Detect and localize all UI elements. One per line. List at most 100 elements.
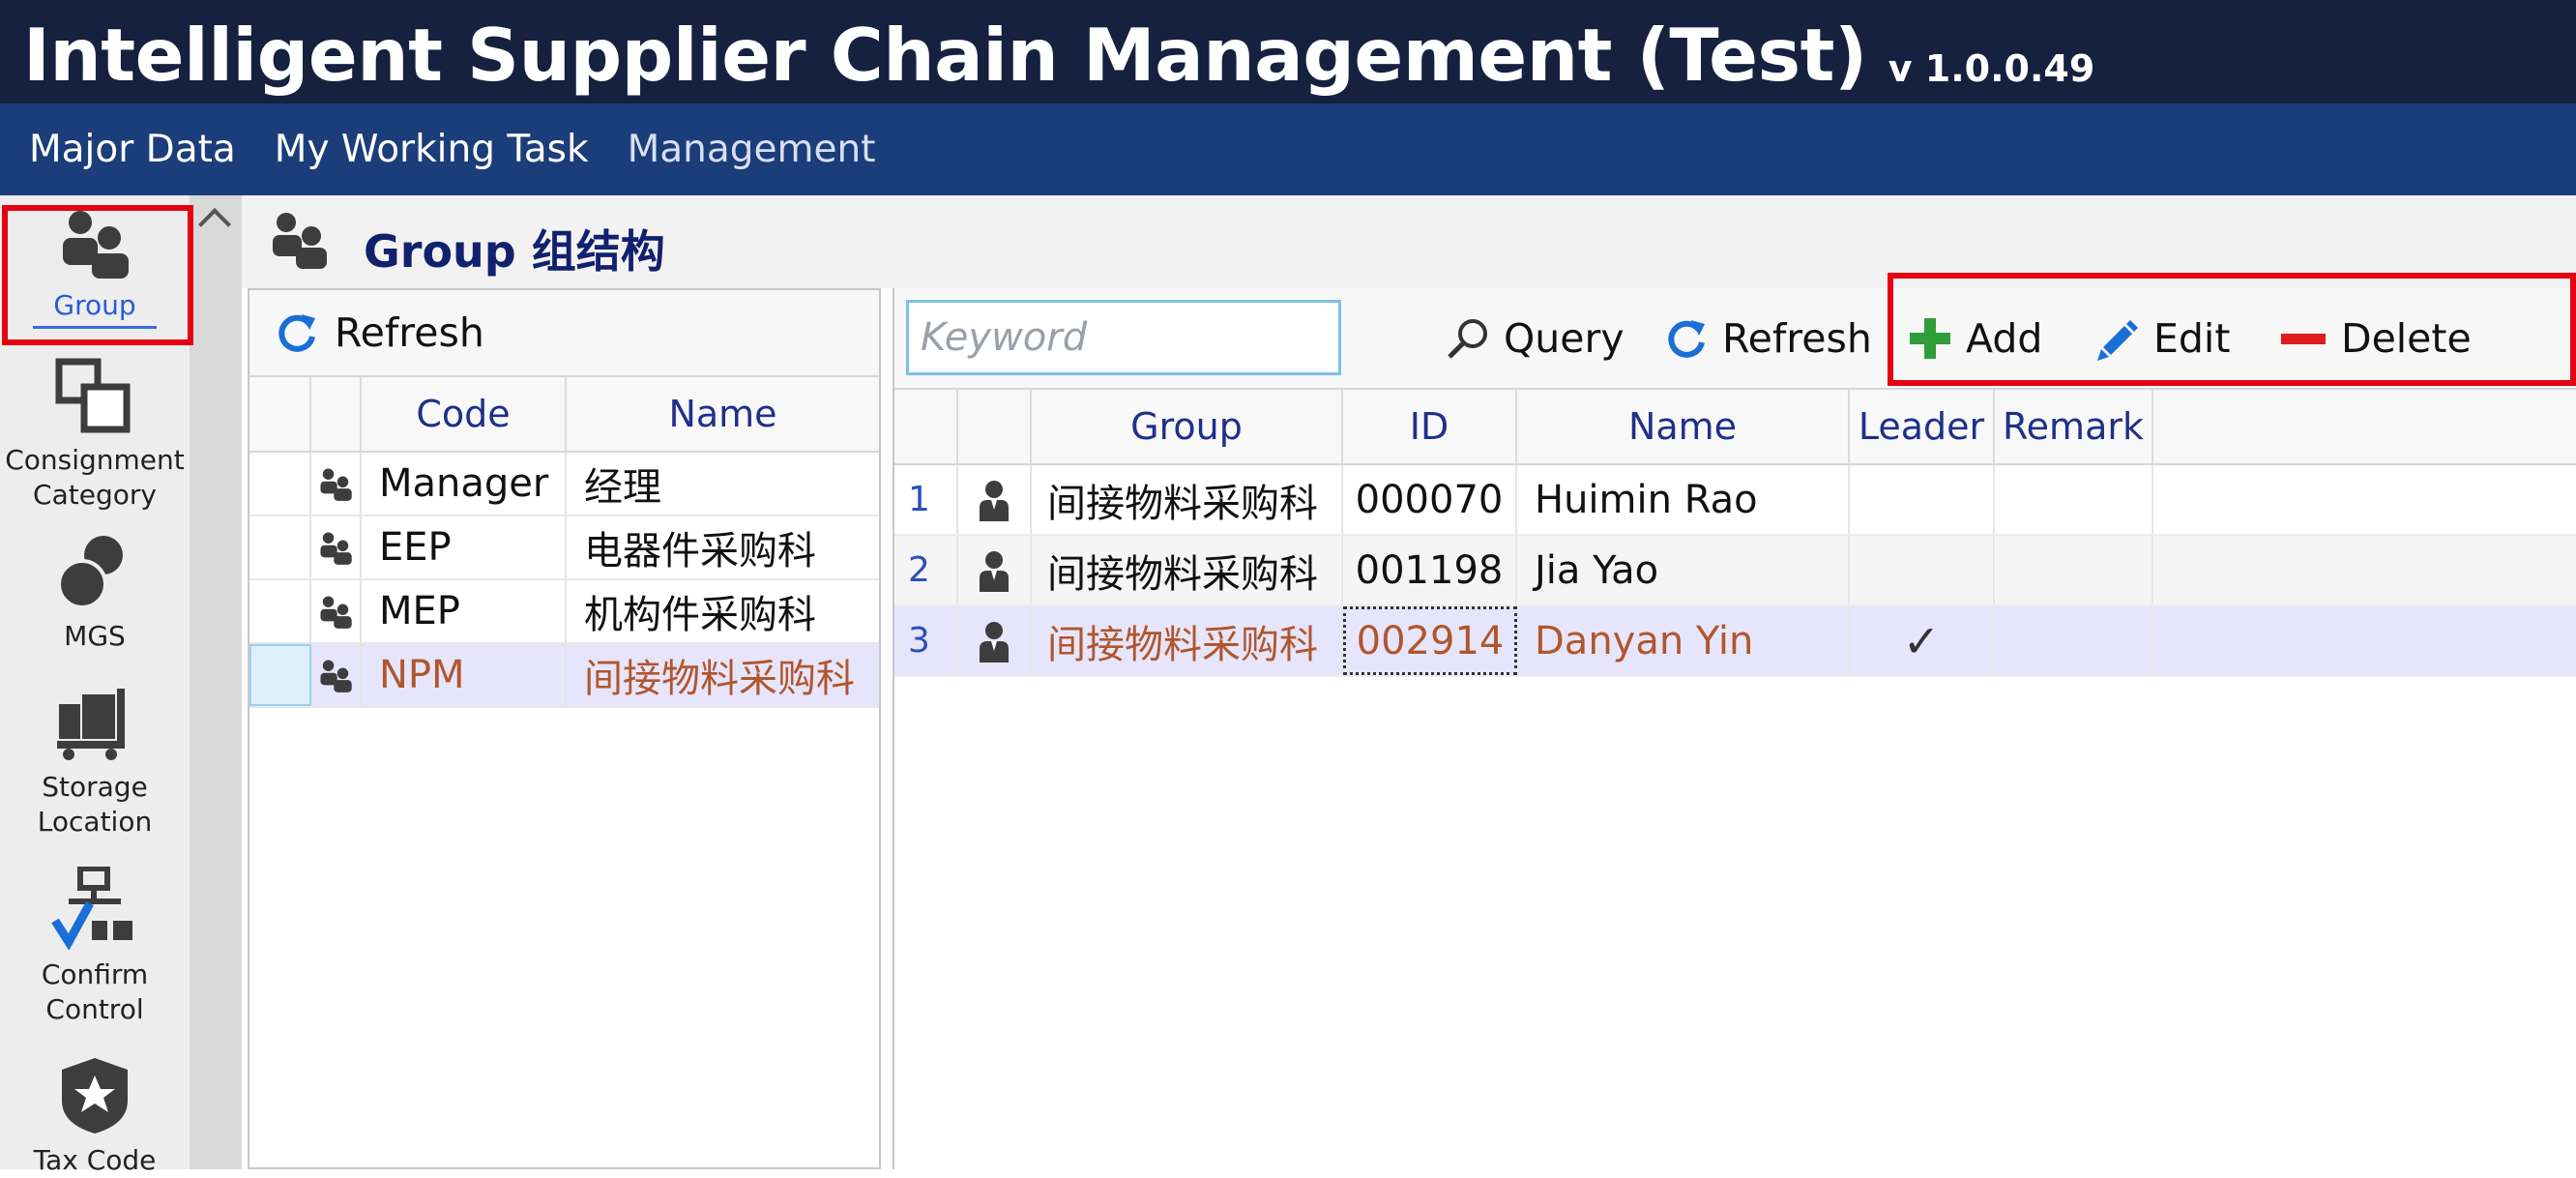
person-icon <box>980 621 1009 663</box>
group-row-npm[interactable]: NPM 间接物料采购科 <box>249 644 879 708</box>
row-selector[interactable] <box>249 580 311 642</box>
member-grid-corner <box>894 390 958 463</box>
refresh-icon <box>1668 320 1705 358</box>
row-selector[interactable] <box>249 453 311 515</box>
keyword-search-input[interactable]: Keyword <box>906 300 1341 375</box>
row-selector[interactable] <box>249 644 311 706</box>
member-leader-cell <box>1850 536 1995 604</box>
consignment-category-icon <box>55 358 131 433</box>
group-grid-icon-col <box>311 377 362 451</box>
member-refresh-label: Refresh <box>1722 315 1872 362</box>
row-person-icon <box>958 536 1032 604</box>
highlight-box-actions <box>1888 273 2576 386</box>
mgs-icon <box>57 536 123 609</box>
member-group-cell: 间接物料采购科 <box>1032 465 1343 534</box>
nav-label-consignment-category: Consignment Category <box>5 444 185 512</box>
group-list-toolbar: Refresh <box>249 290 879 377</box>
app-title: Intelligent Supplier Chain Management (T… <box>23 13 1867 98</box>
group-row-eep[interactable]: EEP 电器件采购科 <box>249 516 879 580</box>
menu-management[interactable]: Management <box>628 128 876 171</box>
row-filler <box>2153 536 2576 604</box>
group-name-cell: 经理 <box>584 465 661 510</box>
member-row[interactable]: 3 间接物料采购科 002914 Danyan Yin ✓ <box>894 606 2576 677</box>
nav-item-consignment-category[interactable]: Consignment Category <box>0 358 190 514</box>
member-id-cell: 000070 <box>1343 465 1517 534</box>
app-version: v 1.0.0.49 <box>1888 47 2095 90</box>
highlight-box-group <box>2 205 193 345</box>
member-leader-cell: ✓ <box>1850 606 1995 675</box>
member-name-cell: Huimin Rao <box>1517 465 1850 534</box>
row-number: 3 <box>894 606 958 675</box>
nav-label-storage-location: Storage Location <box>37 771 153 839</box>
nav-label-tax-code: Tax Code <box>33 1144 157 1176</box>
row-person-icon <box>958 465 1032 534</box>
tax-code-icon <box>62 1058 128 1134</box>
member-col-remark[interactable]: Remark <box>1995 390 2153 463</box>
group-row-mep[interactable]: MEP 机构件采购科 <box>249 580 879 644</box>
group-col-code[interactable]: Code <box>362 377 567 451</box>
group-code-cell: NPM <box>362 644 567 706</box>
nav-label-confirm-control: Confirm Control <box>41 958 149 1026</box>
person-icon <box>980 480 1009 521</box>
title-bar: Intelligent Supplier Chain Management (T… <box>0 0 2576 103</box>
member-grid-filler <box>2153 390 2576 463</box>
nav-item-confirm-control[interactable]: Confirm Control <box>0 867 190 1028</box>
group-icon <box>320 468 352 501</box>
nav-item-mgs[interactable]: MGS <box>0 534 190 654</box>
member-grid-header: Group ID Name Leader Remark <box>894 390 2576 465</box>
group-name-cell: 间接物料采购科 <box>584 657 855 701</box>
group-icon <box>320 596 352 629</box>
group-row-manager[interactable]: Manager 经理 <box>249 453 879 516</box>
member-grid-icon-col <box>958 390 1032 463</box>
group-code-cell: Manager <box>362 453 567 515</box>
query-label: Query <box>1504 315 1625 362</box>
member-refresh-button[interactable]: Refresh <box>1664 306 1872 371</box>
group-code-cell: EEP <box>362 516 567 578</box>
member-id-cell: 001198 <box>1343 536 1517 604</box>
member-remark-cell <box>1995 465 2153 534</box>
group-refresh-label: Refresh <box>335 309 484 356</box>
group-name-cell: 电器件采购科 <box>584 529 816 574</box>
storage-location-icon <box>57 689 125 760</box>
member-row[interactable]: 1 间接物料采购科 000070 Huimin Rao <box>894 465 2576 536</box>
nav-item-storage-location[interactable]: Storage Location <box>0 685 190 840</box>
nav-label-mgs: MGS <box>64 620 126 652</box>
group-icon <box>320 660 352 692</box>
member-name-cell: Jia Yao <box>1517 536 1850 604</box>
menu-my-working-task[interactable]: My Working Task <box>275 128 589 171</box>
member-col-group[interactable]: Group <box>1032 390 1343 463</box>
group-grid-header: Code Name <box>249 377 879 453</box>
row-group-icon <box>311 644 362 706</box>
menu-major-data[interactable]: Major Data <box>29 128 236 171</box>
member-panel: Keyword Query Refresh Add Edit Delete Gr… <box>893 288 2576 1169</box>
member-col-id[interactable]: ID <box>1343 390 1517 463</box>
row-person-icon <box>958 606 1032 675</box>
group-col-name[interactable]: Name <box>567 377 879 451</box>
group-grid-corner <box>249 377 311 451</box>
group-header-icon <box>273 213 327 269</box>
menu-bar: Major Data My Working Task Management <box>0 103 2576 195</box>
member-group-cell: 间接物料采购科 <box>1032 606 1343 675</box>
query-button[interactable]: Query <box>1446 306 1625 371</box>
refresh-icon <box>278 314 315 352</box>
confirm-control-icon <box>51 867 132 950</box>
member-leader-cell <box>1850 465 1995 534</box>
search-icon <box>1448 319 1487 359</box>
member-row[interactable]: 2 间接物料采购科 001198 Jia Yao <box>894 536 2576 606</box>
row-selector[interactable] <box>249 516 311 578</box>
member-name-cell: Danyan Yin <box>1517 606 1850 675</box>
nav-item-tax-code[interactable]: Tax Code <box>0 1056 190 1178</box>
row-group-icon <box>311 453 362 515</box>
row-filler <box>2153 465 2576 534</box>
member-remark-cell <box>1995 536 2153 604</box>
row-group-icon <box>311 580 362 642</box>
member-col-leader[interactable]: Leader <box>1850 390 1995 463</box>
member-group-cell: 间接物料采购科 <box>1032 536 1343 604</box>
nav-scrollbar[interactable] <box>190 195 242 1169</box>
member-col-name[interactable]: Name <box>1517 390 1850 463</box>
group-icon <box>320 532 352 565</box>
member-id-cell[interactable]: 002914 <box>1343 606 1517 675</box>
group-refresh-button[interactable]: Refresh <box>275 309 484 356</box>
chevron-up-icon[interactable] <box>198 208 231 241</box>
row-group-icon <box>311 516 362 578</box>
